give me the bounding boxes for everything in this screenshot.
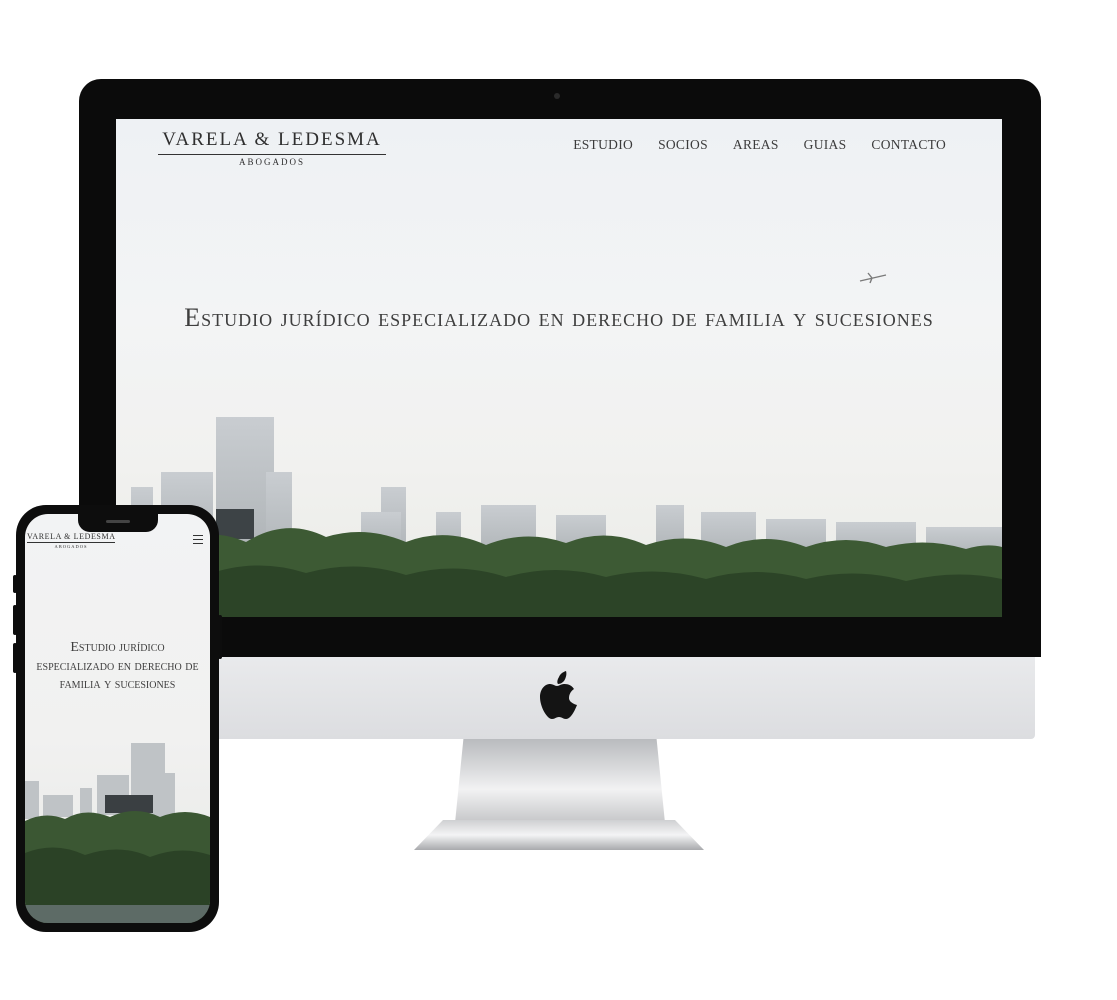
main-nav: ESTUDIO SOCIOS AREAS GUIAS CONTACTO bbox=[573, 137, 946, 153]
smartphone: VARELA & LEDESMA ABOGADOS Estudio jurídi… bbox=[13, 505, 222, 932]
imac-stand-foot bbox=[414, 820, 704, 850]
nav-areas[interactable]: AREAS bbox=[733, 137, 779, 153]
phone-volume-up bbox=[13, 605, 17, 635]
airplane-icon bbox=[859, 272, 887, 284]
mobile-site-logo[interactable]: VARELA & LEDESMA ABOGADOS bbox=[27, 532, 115, 549]
mobile-hero-title: Estudio jurídico especializado en derech… bbox=[36, 640, 199, 692]
site-header: VARELA & LEDESMA ABOGADOS ESTUDIO SOCIOS… bbox=[116, 119, 1002, 179]
nav-estudio[interactable]: ESTUDIO bbox=[573, 137, 633, 153]
hamburger-menu-icon[interactable] bbox=[193, 535, 203, 544]
speaker-icon bbox=[106, 520, 130, 523]
mobile-city-skyline-image bbox=[25, 743, 210, 923]
logo-subtitle: ABOGADOS bbox=[238, 157, 305, 167]
phone-volume-down bbox=[13, 643, 17, 673]
desktop-website-screen: VARELA & LEDESMA ABOGADOS ESTUDIO SOCIOS… bbox=[116, 119, 1002, 617]
mobile-website-screen: VARELA & LEDESMA ABOGADOS Estudio jurídi… bbox=[25, 514, 210, 923]
phone-mute-switch bbox=[13, 575, 17, 593]
apple-logo-icon bbox=[540, 671, 577, 719]
camera-icon bbox=[554, 93, 560, 99]
hero-title: Estudio jurídico especializado en derech… bbox=[184, 303, 934, 332]
city-skyline-image bbox=[116, 417, 1002, 617]
mobile-logo-name: VARELA & LEDESMA bbox=[27, 532, 116, 543]
site-logo[interactable]: VARELA & LEDESMA ABOGADOS bbox=[158, 129, 386, 167]
imac-stand-neck bbox=[455, 739, 665, 823]
nav-contacto[interactable]: CONTACTO bbox=[871, 137, 946, 153]
imac-chin bbox=[79, 657, 1035, 739]
imac-display: VARELA & LEDESMA ABOGADOS ESTUDIO SOCIOS… bbox=[79, 79, 1041, 657]
logo-name: VARELA & LEDESMA bbox=[158, 129, 386, 155]
phone-power-button bbox=[218, 615, 222, 659]
nav-guias[interactable]: GUIAS bbox=[804, 137, 847, 153]
nav-socios[interactable]: SOCIOS bbox=[658, 137, 708, 153]
mobile-logo-subtitle: ABOGADOS bbox=[54, 544, 88, 549]
phone-notch bbox=[78, 514, 158, 532]
